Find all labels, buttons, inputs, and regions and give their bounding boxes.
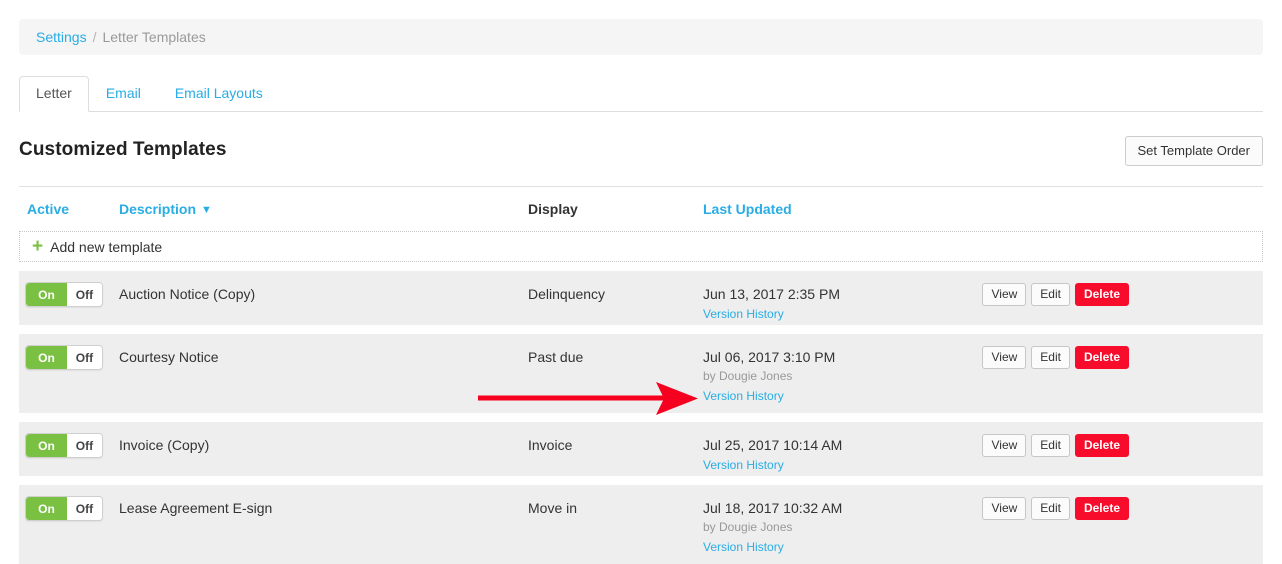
breadcrumb: Settings / Letter Templates xyxy=(19,19,1263,55)
toggle-off-label[interactable]: Off xyxy=(66,346,102,369)
active-toggle[interactable]: On Off xyxy=(25,345,103,370)
tab-email[interactable]: Email xyxy=(89,76,158,112)
row-updated-date: Jul 25, 2017 10:14 AM xyxy=(703,437,843,453)
tab-letter[interactable]: Letter xyxy=(19,76,89,112)
toggle-on-label[interactable]: On xyxy=(26,346,67,369)
column-header-description[interactable]: Description ▼ xyxy=(119,201,212,217)
row-description: Courtesy Notice xyxy=(119,349,219,365)
row-description: Lease Agreement E-sign xyxy=(119,500,273,516)
toggle-on-label[interactable]: On xyxy=(26,434,67,457)
row-updated-date: Jun 13, 2017 2:35 PM xyxy=(703,286,840,302)
set-template-order-button[interactable]: Set Template Order xyxy=(1124,136,1263,166)
table-row: On Off Auction Notice (Copy) Delinquency… xyxy=(19,271,1263,325)
column-header-description-label: Description xyxy=(119,201,197,217)
row-updated-by: by Dougie Jones xyxy=(703,520,793,534)
toggle-off-label[interactable]: Off xyxy=(66,497,102,520)
breadcrumb-separator: / xyxy=(92,29,97,45)
row-display: Move in xyxy=(528,500,578,516)
page-title: Customized Templates xyxy=(19,139,227,160)
active-toggle[interactable]: On Off xyxy=(25,433,103,458)
table-row: On Off Courtesy Notice Past due Jul 06, … xyxy=(19,334,1263,413)
version-history-link[interactable]: Version History xyxy=(703,305,784,324)
row-updated-date: Jul 18, 2017 10:32 AM xyxy=(703,500,843,516)
row-description: Auction Notice (Copy) xyxy=(119,286,256,302)
add-new-template-row[interactable]: + Add new template xyxy=(19,231,1263,262)
toggle-on-label[interactable]: On xyxy=(26,497,67,520)
toggle-off-label[interactable]: Off xyxy=(66,283,102,306)
tab-bar: Letter Email Email Layouts xyxy=(19,76,1263,112)
column-header-last-updated[interactable]: Last Updated xyxy=(703,201,792,217)
delete-button[interactable]: Delete xyxy=(1074,346,1129,369)
plus-icon: + xyxy=(32,236,44,257)
row-actions: View Edit Delete xyxy=(982,497,1129,520)
templates-table: Active Description ▼ Display Last Updated… xyxy=(19,186,1263,564)
table-row: On Off Invoice (Copy) Invoice Jul 25, 20… xyxy=(19,422,1263,476)
view-button[interactable]: View xyxy=(982,434,1027,457)
chevron-down-icon: ▼ xyxy=(201,204,212,216)
version-history-link[interactable]: Version History xyxy=(703,387,784,406)
view-button[interactable]: View xyxy=(982,283,1027,306)
row-last-updated: Jul 25, 2017 10:14 AM Version History xyxy=(703,436,842,475)
toggle-on-label[interactable]: On xyxy=(26,283,67,306)
column-header-display: Display xyxy=(528,201,578,217)
delete-button[interactable]: Delete xyxy=(1074,497,1129,520)
version-history-link[interactable]: Version History xyxy=(703,456,784,475)
row-description: Invoice (Copy) xyxy=(119,437,210,453)
toggle-off-label[interactable]: Off xyxy=(66,434,102,457)
column-header-active[interactable]: Active xyxy=(27,201,69,217)
row-updated-by: by Dougie Jones xyxy=(703,369,793,383)
view-button[interactable]: View xyxy=(982,346,1027,369)
row-last-updated: Jul 18, 2017 10:32 AM by Dougie Jones Ve… xyxy=(703,499,842,557)
row-display: Past due xyxy=(528,349,584,365)
table-header-row: Active Description ▼ Display Last Updated xyxy=(19,186,1263,231)
active-toggle[interactable]: On Off xyxy=(25,496,103,521)
row-actions: View Edit Delete xyxy=(982,434,1129,457)
edit-button[interactable]: Edit xyxy=(1031,283,1070,306)
active-toggle[interactable]: On Off xyxy=(25,282,103,307)
row-actions: View Edit Delete xyxy=(982,346,1129,369)
title-row: Customized Templates Set Template Order xyxy=(19,134,1263,170)
tab-email-layouts[interactable]: Email Layouts xyxy=(158,76,280,112)
edit-button[interactable]: Edit xyxy=(1031,346,1070,369)
version-history-link[interactable]: Version History xyxy=(703,538,784,557)
row-display: Delinquency xyxy=(528,286,606,302)
row-updated-date: Jul 06, 2017 3:10 PM xyxy=(703,349,836,365)
row-actions: View Edit Delete xyxy=(982,283,1129,306)
view-button[interactable]: View xyxy=(982,497,1027,520)
row-last-updated: Jul 06, 2017 3:10 PM by Dougie Jones Ver… xyxy=(703,348,835,406)
delete-button[interactable]: Delete xyxy=(1074,434,1129,457)
delete-button[interactable]: Delete xyxy=(1074,283,1129,306)
breadcrumb-link-settings[interactable]: Settings xyxy=(36,29,87,45)
edit-button[interactable]: Edit xyxy=(1031,497,1070,520)
table-row: On Off Lease Agreement E-sign Move in Ju… xyxy=(19,485,1263,564)
breadcrumb-current: Letter Templates xyxy=(102,29,206,45)
row-last-updated: Jun 13, 2017 2:35 PM Version History xyxy=(703,285,840,324)
add-new-template-label: Add new template xyxy=(50,238,163,255)
row-display: Invoice xyxy=(528,437,573,453)
edit-button[interactable]: Edit xyxy=(1031,434,1070,457)
